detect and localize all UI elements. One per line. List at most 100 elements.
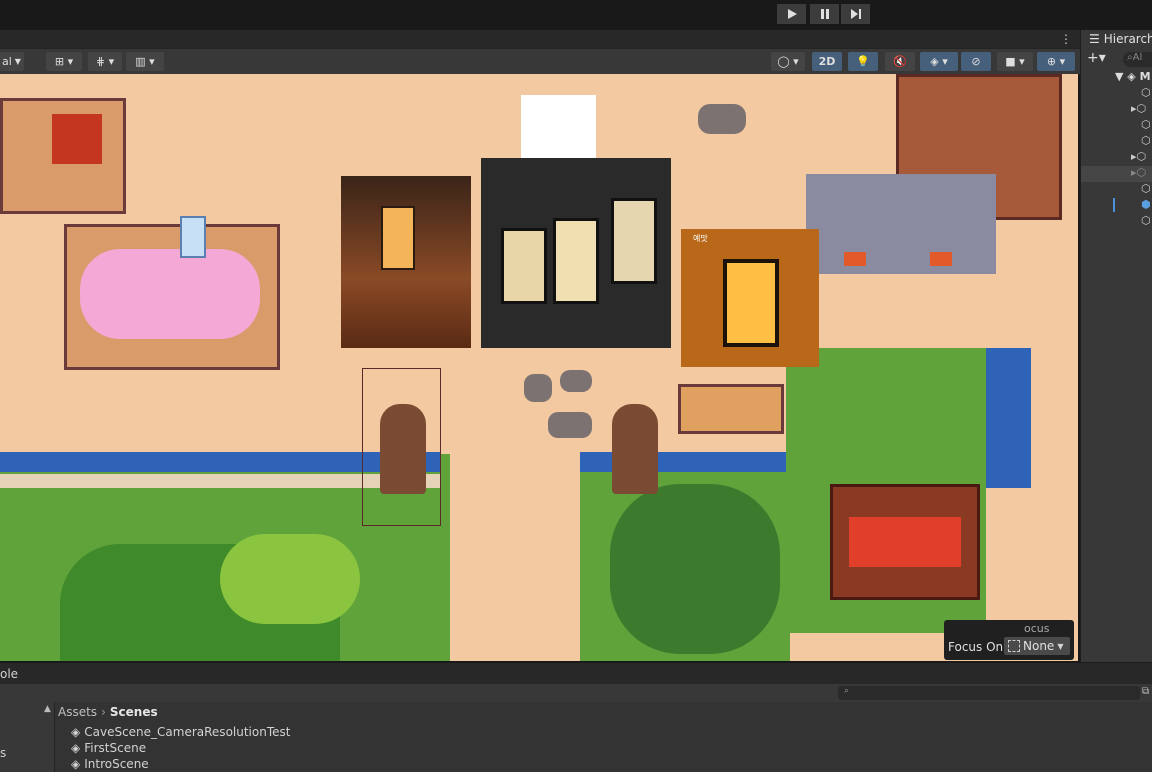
hierarchy-tab[interactable]: ☰ Hierarch [1089,32,1152,46]
increment-snap-button[interactable]: ⋕ ▾ [88,52,122,71]
hierarchy-item-selected[interactable]: ▸⬡ [1081,166,1152,182]
fire-2 [930,252,952,266]
effects-button[interactable]: ◈ ▾ [920,52,958,71]
totem-statue-1 [380,404,426,494]
unity-scene-icon: ◈ [71,741,81,755]
expand-arrow-icon: ▼ [1115,70,1124,83]
scene-visibility-button[interactable]: ⊘ [961,52,991,71]
grid-settings-button[interactable]: ▥ ▾ [126,52,164,71]
focus-on-value: None [1023,639,1055,653]
search-placeholder: Al [1132,52,1143,63]
focus-overlay-text: ocus [1024,622,1050,635]
lantern-icon [723,259,779,347]
stove [806,174,996,274]
hierarchy-item[interactable]: ⬡ [1141,182,1151,195]
breadcrumb: Assets › Scenes [58,705,158,719]
selection-icon [1008,640,1020,652]
lightbulb-icon: 💡 [856,55,870,68]
step-icon [850,9,861,19]
lantern-photo-label: 예맛 [693,234,708,243]
rock [548,412,592,438]
chevron-down-icon: ▼ [1057,641,1064,651]
audio-muted-icon: 🔇 [893,55,907,68]
tree-canopy-mid [610,484,780,654]
focus-on-dropdown[interactable]: None ▼ [1004,637,1070,655]
hierarchy-panel: ☰ Hierarch +▾ ⌕Al ▼ ◈ M ⬡ ▸⬡ ⬡ ⬡ ▸⬡ ▸⬡ ⬡ … [1080,30,1152,662]
drop-indicator [1113,198,1115,212]
lantern-photo-1 [341,176,471,348]
sphere-icon: ◯ ▾ [777,55,799,68]
hierarchy-search-input[interactable]: ⌕Al [1123,52,1152,67]
ruler-icon: ▥ ▾ [135,55,155,68]
2d-toggle-button[interactable]: 2D [812,52,842,71]
draw-mode-dropdown[interactable]: al ▼ [0,52,24,71]
signboard [830,484,980,600]
list-item[interactable]: ◈ CaveScene_CameraResolutionTest [71,724,290,740]
rock [560,370,592,392]
lantern-photo-3: 예맛 [681,229,819,367]
scroll-up-icon[interactable]: ▲ [44,704,51,714]
step-button[interactable] [841,4,870,24]
chevron-down-icon: ▼ [14,57,21,66]
scene-tab-strip: ⋮ [0,30,1080,48]
lighting-toggle-button[interactable]: 💡 [848,52,878,71]
grid-snap-button[interactable]: ⊞ ▾ [46,52,82,71]
scene-view[interactable]: 예맛 ocus Focus On None ▼ [0,74,1078,661]
lantern-icon [501,228,547,304]
file-name: FirstScene [84,741,147,755]
pause-button[interactable] [810,4,839,24]
focus-on-label: Focus On [948,640,1004,654]
unity-scene-icon: ◈ [71,725,81,739]
red-box [52,114,102,164]
pause-icon [820,9,829,19]
eye-hidden-icon: ⊘ [971,55,981,68]
lantern-icon [611,198,657,284]
camera-button[interactable]: ■ ▾ [997,52,1033,71]
filter-icon[interactable]: ⧉ [1142,686,1149,697]
more-menu-icon[interactable]: ⋮ [1060,32,1072,46]
chevron-right-icon: › [101,705,106,719]
hierarchy-item[interactable]: ⬡ [1141,134,1151,147]
bottle [180,216,206,258]
draw-mode-label: al [2,55,12,68]
lantern-icon [553,218,599,304]
unity-scene-icon: ◈ [71,757,81,771]
search-icon: ⌕ [844,686,850,696]
add-button[interactable]: +▾ [1087,50,1106,66]
root-label: M [1139,70,1151,83]
play-icon [787,9,797,19]
hierarchy-item[interactable]: ⬢ [1141,198,1151,211]
waterfall [986,348,1031,488]
file-name: IntroScene [84,757,149,771]
breadcrumb-scenes[interactable]: Scenes [110,705,158,719]
hierarchy-item[interactable]: ▸⬡ [1131,150,1146,163]
play-button[interactable] [777,4,806,24]
project-toolbar: ⌕ ⧉ [0,684,1152,702]
hierarchy-item[interactable]: ▸⬡ [1131,102,1146,115]
plus-icon: +▾ [1087,50,1106,66]
hierarchy-item[interactable]: ⬡ [1141,118,1151,131]
breadcrumb-assets[interactable]: Assets [58,705,97,719]
list-item[interactable]: ◈ FirstScene [71,740,146,756]
shading-mode-button[interactable]: ◯ ▾ [771,52,805,71]
hierarchy-root[interactable]: ▼ ◈ M [1115,70,1151,83]
list-item[interactable]: ◈ IntroScene [71,756,149,772]
project-search-input[interactable]: ⌕ [838,686,1140,700]
hierarchy-item[interactable]: ⬡ [1141,86,1151,99]
hierarchy-item[interactable]: ⬡ [1141,214,1151,227]
file-name: CaveScene_CameraResolutionTest [84,725,291,739]
layers-icon: ◈ ▾ [930,55,948,68]
grid-icon: ⊞ ▾ [54,55,74,68]
lantern-icon [381,206,415,270]
focus-overlay: ocus Focus On None ▼ [944,620,1074,660]
gizmos-button[interactable]: ⊕ ▾ [1037,52,1075,71]
list-icon: ☰ [1089,32,1100,46]
fire-1 [844,252,866,266]
tree-highlight [220,534,360,624]
folder-tree-item[interactable]: s [0,746,6,760]
audio-toggle-button[interactable]: 🔇 [885,52,915,71]
play-toolbar [0,0,1152,30]
snap-icon: ⋕ ▾ [95,55,115,68]
console-tab[interactable]: ole [0,667,18,681]
console-tab-bar: ole [0,662,1152,685]
